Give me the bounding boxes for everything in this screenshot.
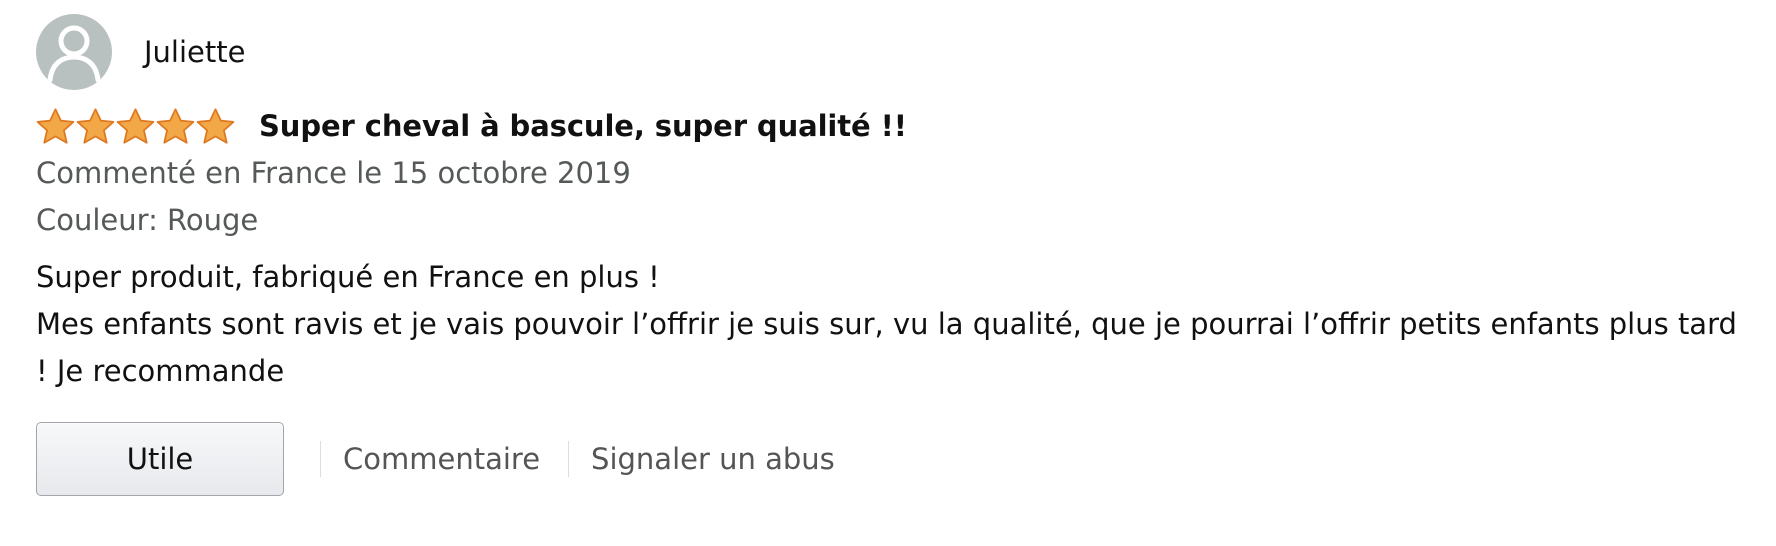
comment-link[interactable]: Commentaire (343, 442, 540, 476)
divider (320, 441, 321, 477)
review-author: Juliette (36, 14, 1746, 90)
author-name[interactable]: Juliette (144, 35, 245, 69)
star-filled-icon (196, 108, 235, 144)
star-filled-icon (116, 108, 155, 144)
review-body: Super produit, fabriqué en France en plu… (36, 254, 1746, 395)
review-card: Juliette Super cheval à bascule, super q… (36, 14, 1746, 497)
review-body-line: Mes enfants sont ravis et je vais pouvoi… (36, 307, 1737, 341)
star-filled-icon (36, 108, 75, 144)
avatar (36, 14, 112, 90)
rating-row: Super cheval à bascule, super qualité !! (36, 104, 1746, 148)
review-actions: Utile Commentaire Signaler un abus (36, 421, 1746, 497)
divider (568, 441, 570, 477)
report-abuse-link[interactable]: Signaler un abus (591, 442, 835, 476)
star-filled-icon (76, 108, 115, 144)
review-body-line: Super produit, fabriqué en France en plu… (36, 260, 660, 294)
review-date: Commenté en France le 15 octobre 2019 (36, 156, 631, 190)
star-filled-icon (156, 108, 195, 144)
review-body-line: ! Je recommande (36, 354, 285, 388)
star-rating[interactable] (36, 107, 235, 145)
review-title[interactable]: Super cheval à bascule, super qualité !! (259, 109, 907, 143)
helpful-button[interactable]: Utile (36, 422, 284, 496)
user-silhouette-icon (47, 25, 101, 83)
product-variant[interactable]: Couleur: Rouge (36, 197, 1746, 244)
